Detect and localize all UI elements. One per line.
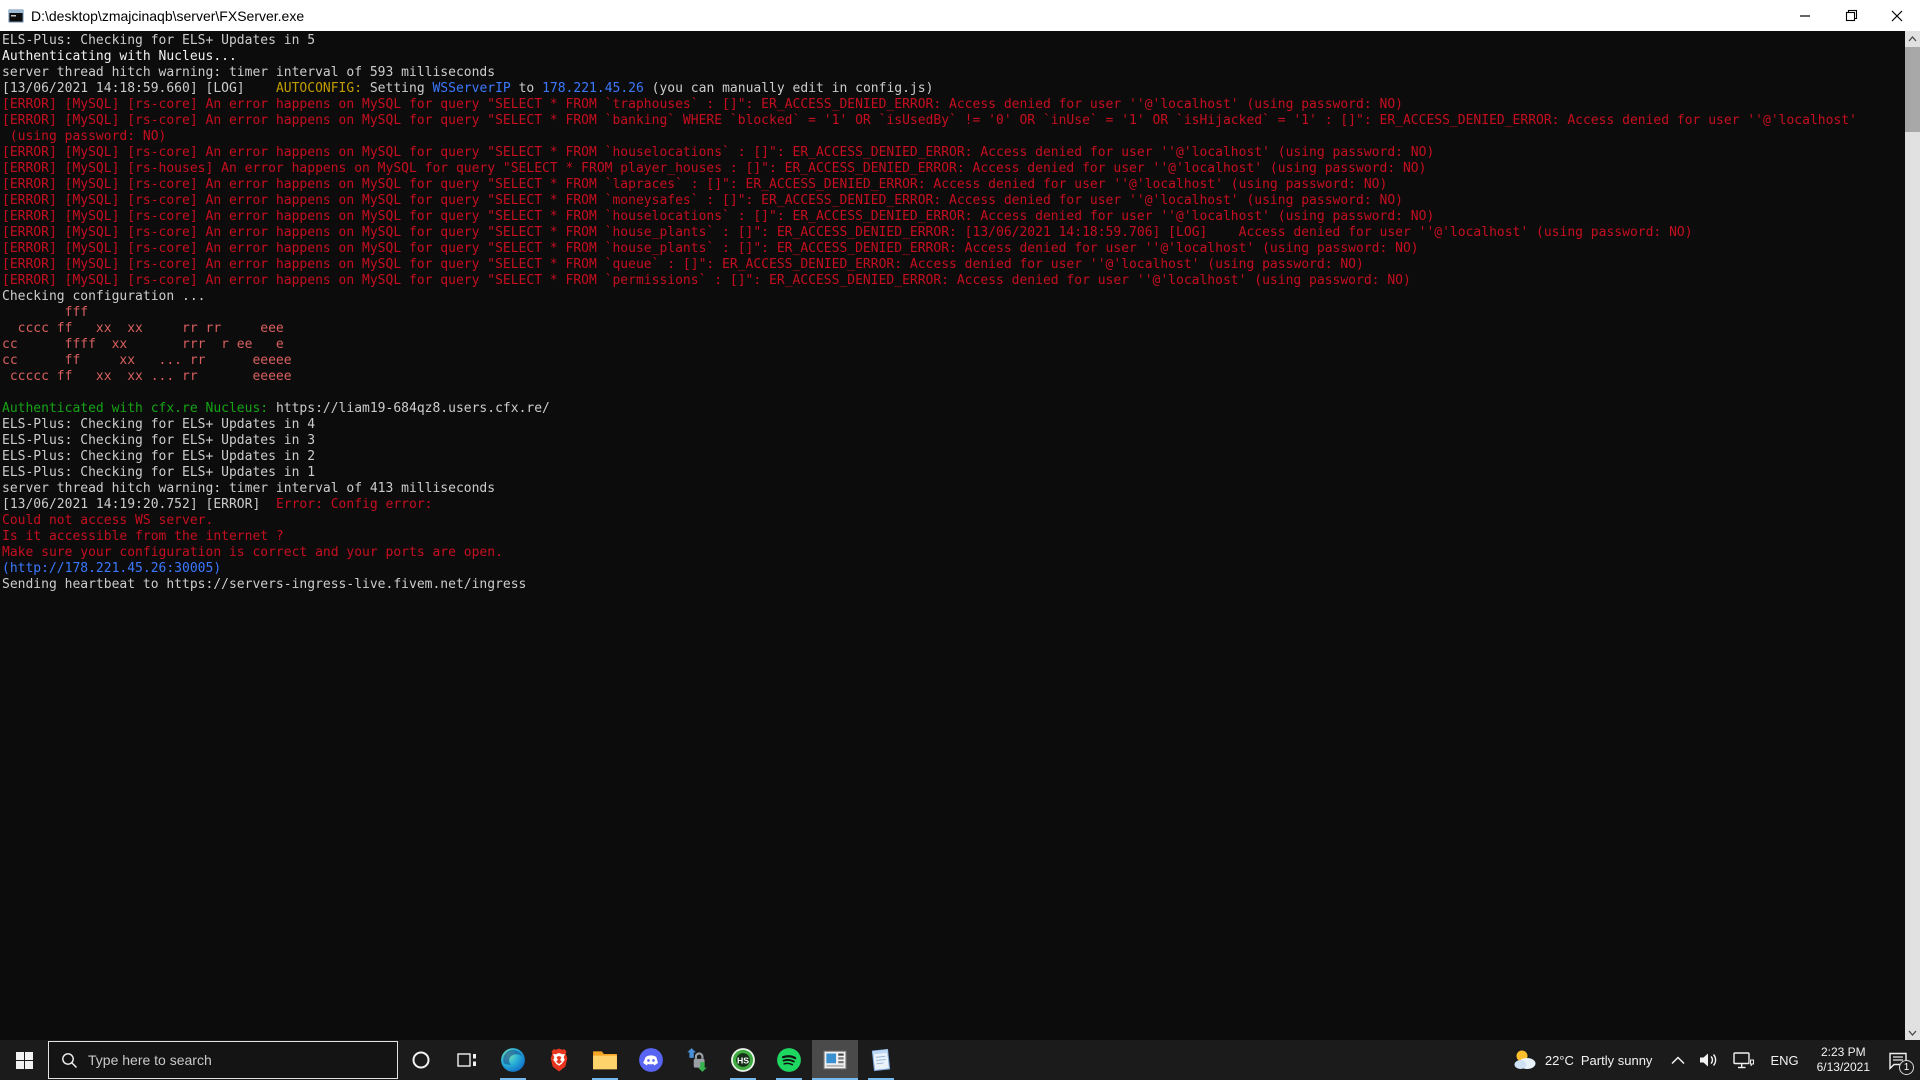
hs-badge-text: HS [737, 1055, 749, 1065]
console-line: [13/06/2021 14:18:59.660] [LOG] AUTOCONF… [2, 81, 934, 96]
search-placeholder: Type here to search [88, 1052, 212, 1068]
scrollbar-thumb[interactable] [1905, 47, 1920, 132]
console-app-icon [8, 9, 24, 22]
ethernet-icon [1733, 1051, 1755, 1068]
file-explorer-icon [593, 1051, 617, 1070]
console-line: ELS-Plus: Checking for ELS+ Updates in 3 [2, 433, 316, 448]
scroll-down-arrow[interactable] [1905, 1025, 1920, 1040]
windows-logo-icon [15, 1051, 33, 1069]
console-line: Sending heartbeat to https://servers-ing… [2, 577, 527, 592]
console-line: Checking configuration ... [2, 289, 206, 304]
console-line: [ERROR] [MySQL] [rs-core] An error happe… [2, 257, 1364, 272]
console-line: (http://178.221.45.26:30005) [2, 561, 222, 576]
console-line: [ERROR] [MySQL] [rs-core] An error happe… [2, 113, 1857, 128]
console-line: cc ff xx ... rr eeeee [2, 353, 292, 368]
console-line: [ERROR] [MySQL] [rs-core] An error happe… [2, 225, 1693, 240]
task-view-icon [457, 1053, 476, 1067]
hidden-icons-button[interactable] [1664, 1040, 1692, 1080]
close-icon [1891, 10, 1903, 21]
console-line: (using password: NO) [2, 129, 167, 144]
console-window-titlebar[interactable]: D:\desktop\zmajcinaqb\server\FXServer.ex… [0, 0, 1920, 31]
action-center-button[interactable]: 1 [1879, 1040, 1920, 1080]
taskbar-app-edge[interactable] [490, 1040, 536, 1080]
taskbar-app-secure-transfer[interactable] [674, 1040, 720, 1080]
window-title: D:\desktop\zmajcinaqb\server\FXServer.ex… [31, 7, 305, 24]
console-line: Is it accessible from the internet ? [2, 529, 284, 544]
scroll-up-arrow[interactable] [1905, 31, 1920, 46]
minimize-icon [1800, 14, 1810, 17]
notification-badge: 1 [1899, 1060, 1914, 1075]
chevron-down-icon [1908, 1030, 1917, 1036]
console-line: [ERROR] [MySQL] [rs-core] An error happe… [2, 209, 1435, 224]
taskbar-app-hs[interactable]: HS [720, 1040, 766, 1080]
clock-date: 6/13/2021 [1816, 1060, 1870, 1074]
weather-temp: 22°C [1544, 1052, 1574, 1068]
clock-time: 2:23 PM [1820, 1045, 1866, 1059]
console-line: ccccc ff xx xx ... rr eeeee [2, 369, 292, 384]
taskbar-app-spotify[interactable] [766, 1040, 812, 1080]
console-line: [ERROR] [MySQL] [rs-core] An error happe… [2, 97, 1403, 112]
console-line: server thread hitch warning: timer inter… [2, 481, 496, 496]
console-line: server thread hitch warning: timer inter… [2, 65, 496, 80]
console-line: [ERROR] [MySQL] [rs-core] An error happe… [2, 145, 1435, 160]
search-input[interactable]: Type here to search [48, 1041, 398, 1079]
console-line: [13/06/2021 14:19:20.752] [ERROR] Error:… [2, 497, 433, 512]
notepad-icon [871, 1048, 891, 1072]
cortana-icon [412, 1051, 430, 1069]
search-icon [62, 1052, 77, 1068]
console-line: ELS-Plus: Checking for ELS+ Updates in 2 [2, 449, 316, 464]
chevron-up-icon [1908, 35, 1917, 41]
console-line: ELS-Plus: Checking for ELS+ Updates in 4 [2, 417, 316, 432]
discord-icon [639, 1048, 663, 1072]
close-button[interactable] [1874, 0, 1920, 31]
console-line: ELS-Plus: Checking for ELS+ Updates in 5 [2, 33, 316, 48]
taskbar-app-file-explorer[interactable] [582, 1040, 628, 1080]
console-line: cccc ff xx xx rr rr eee [2, 321, 284, 336]
console-line: Could not access WS server. [2, 513, 214, 528]
console-output: ELS-Plus: Checking for ELS+ Updates in 5… [0, 31, 1905, 1040]
spotify-icon [777, 1048, 801, 1072]
brave-icon [550, 1048, 568, 1072]
chevron-up-icon [1671, 1055, 1685, 1064]
console-line: cc ffff xx rrr r ee e [2, 337, 284, 352]
weather-widget[interactable]: 22°C Partly sunny [1505, 1040, 1665, 1080]
console-line: ELS-Plus: Checking for ELS+ Updates in 1 [2, 465, 316, 480]
minimize-button[interactable] [1782, 0, 1828, 31]
language-indicator[interactable]: ENG [1761, 1040, 1807, 1080]
speaker-icon [1700, 1053, 1717, 1067]
network-button[interactable] [1726, 1040, 1761, 1080]
restore-button[interactable] [1828, 0, 1874, 31]
weather-condition: Partly sunny [1580, 1052, 1653, 1068]
console-scrollbar[interactable] [1905, 31, 1920, 1040]
clock[interactable]: 2:23 PM 6/13/2021 [1808, 1040, 1879, 1080]
cortana-button[interactable] [398, 1040, 444, 1080]
console-line: Make sure your configuration is correct … [2, 545, 503, 560]
console-line: Authenticating with Nucleus... [2, 49, 237, 64]
console-window-icon [823, 1050, 847, 1070]
volume-button[interactable] [1692, 1040, 1726, 1080]
partly-sunny-icon [1514, 1050, 1536, 1069]
console-line: fff [2, 305, 89, 320]
console-line: [ERROR] [MySQL] [rs-core] An error happe… [2, 193, 1403, 208]
task-view-button[interactable] [444, 1040, 490, 1080]
secure-transfer-icon [687, 1048, 707, 1072]
hs-app-icon: HS [731, 1048, 755, 1072]
system-tray: 22°C Partly sunny ENG 2:23 PM 6/13/2021 … [1505, 1040, 1920, 1080]
console-line: Authenticated with cfx.re Nucleus: https… [2, 401, 550, 416]
taskbar-app-brave[interactable] [536, 1040, 582, 1080]
taskbar: Type here to search HS 22°C Partly sunny… [0, 1040, 1920, 1080]
console-line: [ERROR] [MySQL] [rs-core] An error happe… [2, 177, 1388, 192]
taskbar-app-discord[interactable] [628, 1040, 674, 1080]
console-line: [ERROR] [MySQL] [rs-houses] An error hap… [2, 161, 1427, 176]
start-button[interactable] [0, 1040, 48, 1080]
restore-icon [1845, 9, 1857, 22]
taskbar-app-fxserver-console[interactable] [812, 1040, 858, 1080]
console-line: [ERROR] [MySQL] [rs-core] An error happe… [2, 273, 1411, 288]
edge-icon [501, 1048, 525, 1072]
console-line: [ERROR] [MySQL] [rs-core] An error happe… [2, 241, 1419, 256]
taskbar-app-notepad[interactable] [858, 1040, 904, 1080]
desktop-screen: D:\desktop\zmajcinaqb\server\FXServer.ex… [0, 0, 1920, 1080]
